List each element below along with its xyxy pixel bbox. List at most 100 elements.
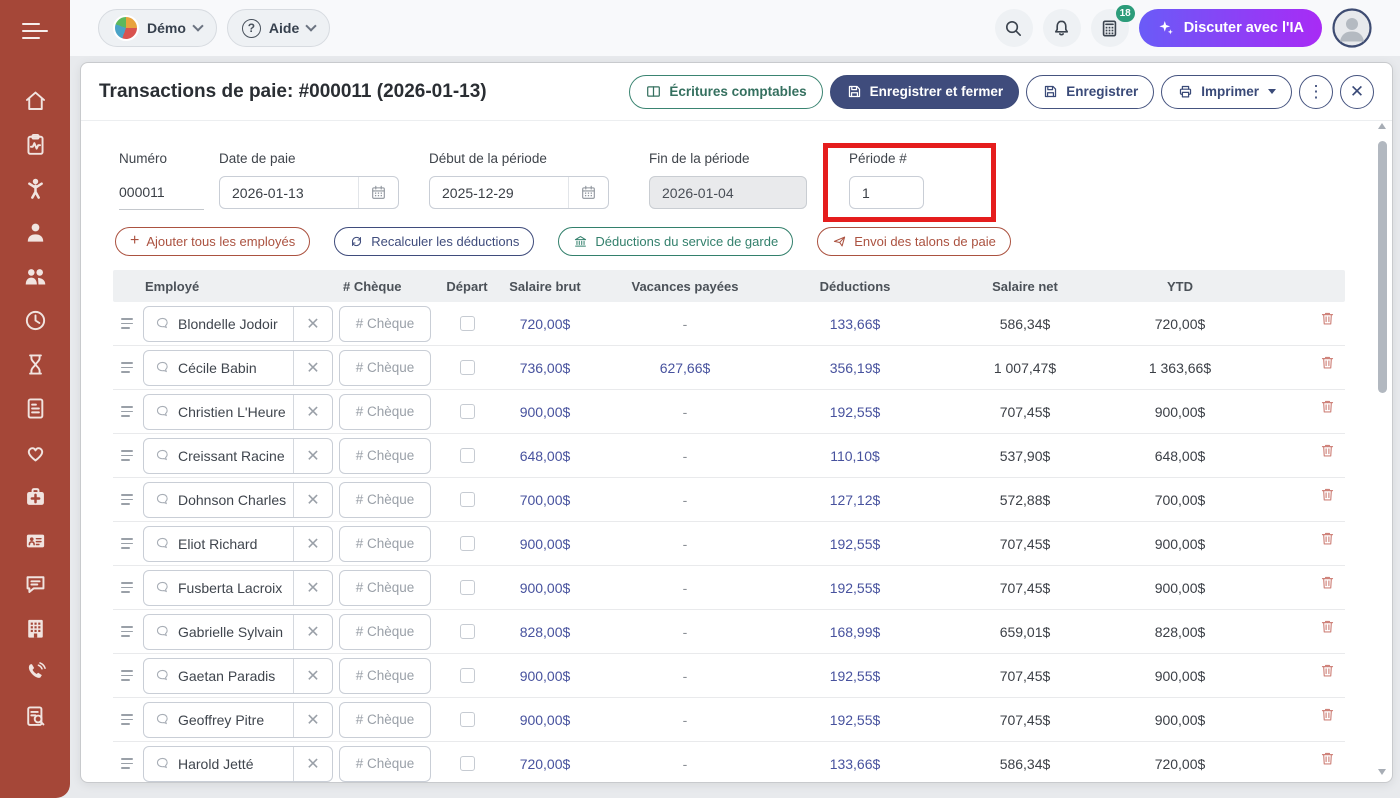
employee-field[interactable]: Eliot Richard ✕: [143, 526, 333, 562]
delete-row-icon[interactable]: [1319, 750, 1336, 767]
depart-checkbox[interactable]: [460, 404, 475, 419]
save-and-close-button[interactable]: Enregistrer et fermer: [830, 75, 1020, 109]
drag-handle[interactable]: [121, 714, 141, 725]
deductions-value[interactable]: 133,66$: [775, 756, 935, 772]
daycare-deductions-button[interactable]: Déductions du service de garde: [558, 227, 793, 256]
salaire-brut-value[interactable]: 736,00$: [495, 360, 595, 376]
medical-kit-icon[interactable]: [22, 484, 48, 510]
comment-icon[interactable]: [154, 579, 171, 596]
comment-icon[interactable]: [154, 447, 171, 464]
scroll-up-arrow[interactable]: [1378, 123, 1386, 129]
employee-icon[interactable]: [22, 220, 48, 246]
employee-field[interactable]: Gaetan Paradis ✕: [143, 658, 333, 694]
home-icon[interactable]: [22, 88, 48, 114]
cheque-number-input[interactable]: [339, 702, 431, 738]
drag-handle[interactable]: [121, 626, 141, 637]
drag-handle[interactable]: [121, 494, 141, 505]
salaire-brut-value[interactable]: 720,00$: [495, 756, 595, 772]
hourglass-icon[interactable]: [22, 352, 48, 378]
calendar-icon[interactable]: [358, 177, 398, 208]
delete-row-icon[interactable]: [1319, 442, 1336, 459]
delete-row-icon[interactable]: [1319, 398, 1336, 415]
depart-checkbox[interactable]: [460, 712, 475, 727]
vertical-scrollbar[interactable]: [1376, 119, 1389, 779]
cheque-number-input[interactable]: [339, 394, 431, 430]
cheque-number-input[interactable]: [339, 306, 431, 342]
deductions-value[interactable]: 192,55$: [775, 404, 935, 420]
print-button[interactable]: Imprimer: [1161, 75, 1292, 109]
salaire-brut-value[interactable]: 900,00$: [495, 580, 595, 596]
deductions-value[interactable]: 127,12$: [775, 492, 935, 508]
cheque-number-input[interactable]: [339, 526, 431, 562]
delete-row-icon[interactable]: [1319, 530, 1336, 547]
comment-icon[interactable]: [154, 623, 171, 640]
clear-employee-button[interactable]: ✕: [293, 571, 332, 605]
depart-checkbox[interactable]: [460, 668, 475, 683]
comment-icon[interactable]: [154, 667, 171, 684]
scrollbar-thumb[interactable]: [1378, 141, 1387, 393]
clear-employee-button[interactable]: ✕: [293, 703, 332, 737]
comment-icon[interactable]: [154, 711, 171, 728]
deductions-value[interactable]: 168,99$: [775, 624, 935, 640]
notifications-button[interactable]: [1043, 9, 1081, 47]
employee-field[interactable]: Dohnson Charles ✕: [143, 482, 333, 518]
drag-handle[interactable]: [121, 406, 141, 417]
drag-handle[interactable]: [121, 538, 141, 549]
deductions-value[interactable]: 192,55$: [775, 580, 935, 596]
invoice-icon[interactable]: [22, 396, 48, 422]
delete-row-icon[interactable]: [1319, 310, 1336, 327]
salaire-brut-value[interactable]: 700,00$: [495, 492, 595, 508]
delete-row-icon[interactable]: [1319, 618, 1336, 635]
calculator-button[interactable]: 18: [1091, 9, 1129, 47]
phone-icon[interactable]: [22, 660, 48, 686]
clock-icon[interactable]: [22, 308, 48, 334]
deductions-value[interactable]: 192,55$: [775, 668, 935, 684]
search-button[interactable]: [995, 9, 1033, 47]
salaire-brut-value[interactable]: 900,00$: [495, 668, 595, 684]
vacances-payees-value[interactable]: 627,66$: [595, 360, 775, 376]
child-icon[interactable]: [22, 176, 48, 202]
clear-employee-button[interactable]: ✕: [293, 307, 332, 341]
scroll-down-arrow[interactable]: [1378, 769, 1386, 775]
drag-handle[interactable]: [121, 318, 141, 329]
depart-checkbox[interactable]: [460, 536, 475, 551]
comment-icon[interactable]: [154, 359, 171, 376]
employee-field[interactable]: Geoffrey Pitre ✕: [143, 702, 333, 738]
date-paie-input[interactable]: [220, 185, 358, 201]
depart-checkbox[interactable]: [460, 448, 475, 463]
employee-field[interactable]: Fusberta Lacroix ✕: [143, 570, 333, 606]
avatar[interactable]: [1332, 8, 1372, 48]
company-switcher[interactable]: Démo: [98, 9, 217, 47]
delete-row-icon[interactable]: [1319, 574, 1336, 591]
cheque-number-input[interactable]: [339, 614, 431, 650]
clear-employee-button[interactable]: ✕: [293, 747, 332, 781]
clear-employee-button[interactable]: ✕: [293, 439, 332, 473]
deductions-value[interactable]: 192,55$: [775, 712, 935, 728]
employee-field[interactable]: Gabrielle Sylvain ✕: [143, 614, 333, 650]
clipboard-report-icon[interactable]: [22, 132, 48, 158]
calendar-icon[interactable]: [568, 177, 608, 208]
cheque-number-input[interactable]: [339, 482, 431, 518]
salaire-brut-value[interactable]: 900,00$: [495, 712, 595, 728]
document-search-icon[interactable]: [22, 704, 48, 730]
delete-row-icon[interactable]: [1319, 486, 1336, 503]
save-button[interactable]: Enregistrer: [1026, 75, 1154, 109]
building-icon[interactable]: [22, 616, 48, 642]
employee-field[interactable]: Harold Jetté ✕: [143, 746, 333, 782]
employee-field[interactable]: Christien L'Heure ✕: [143, 394, 333, 430]
comment-icon[interactable]: [154, 315, 171, 332]
salaire-brut-value[interactable]: 900,00$: [495, 404, 595, 420]
team-icon[interactable]: [22, 264, 48, 290]
messages-icon[interactable]: [22, 572, 48, 598]
salaire-brut-value[interactable]: 828,00$: [495, 624, 595, 640]
comment-icon[interactable]: [154, 491, 171, 508]
depart-checkbox[interactable]: [460, 492, 475, 507]
depart-checkbox[interactable]: [460, 756, 475, 771]
cheque-number-input[interactable]: [339, 746, 431, 782]
clear-employee-button[interactable]: ✕: [293, 659, 332, 693]
help-menu[interactable]: ? Aide: [227, 9, 330, 47]
comment-icon[interactable]: [154, 535, 171, 552]
more-options-button[interactable]: ⋮: [1299, 75, 1333, 109]
drag-handle[interactable]: [121, 362, 141, 373]
salaire-brut-value[interactable]: 900,00$: [495, 536, 595, 552]
